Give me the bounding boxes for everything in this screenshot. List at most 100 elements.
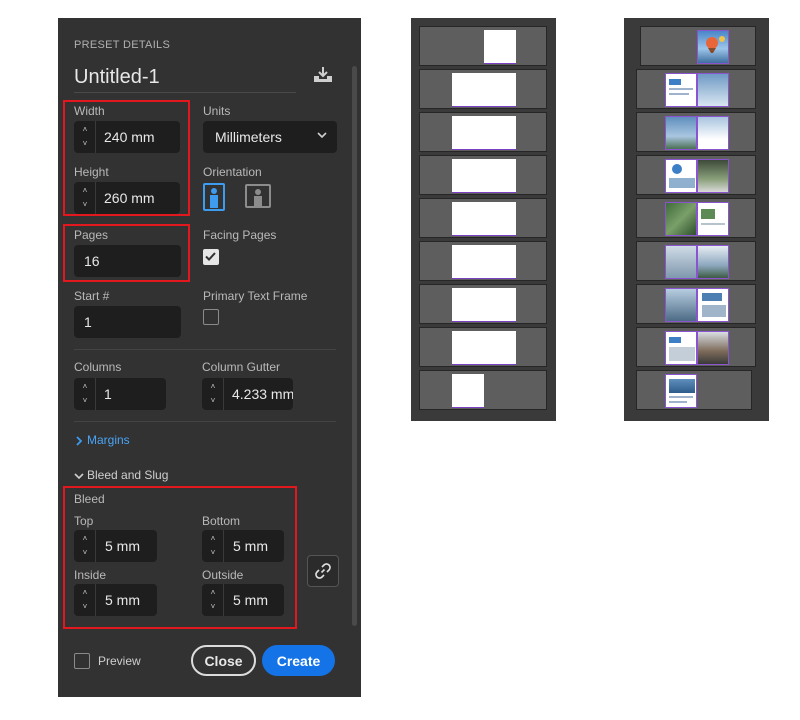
page-thumbnail[interactable] — [452, 159, 484, 193]
page-thumbnail[interactable] — [665, 73, 697, 107]
page-thumbnail[interactable] — [452, 73, 484, 107]
spread-row[interactable] — [640, 26, 756, 66]
page-thumbnail[interactable] — [665, 202, 697, 236]
columns-stepper[interactable]: ˄ ˅ — [74, 378, 96, 410]
primary-text-frame-checkbox[interactable] — [203, 309, 219, 325]
spread-row[interactable] — [419, 284, 547, 324]
spread-row[interactable] — [636, 284, 756, 324]
preview-label: Preview — [98, 654, 141, 668]
highlight-width-height — [63, 100, 190, 216]
page-thumbnail[interactable] — [665, 245, 697, 279]
page-thumbnail[interactable] — [484, 331, 516, 365]
divider — [74, 349, 336, 350]
column-gutter-stepper[interactable]: ˄ ˅ — [202, 378, 224, 410]
page-thumbnail[interactable] — [665, 288, 697, 322]
columns-value[interactable]: 1 — [104, 386, 112, 402]
chain-link-icon — [315, 563, 331, 579]
stepper-down-icon[interactable]: ˅ — [208, 396, 218, 406]
page-thumbnail[interactable] — [697, 159, 729, 193]
balloon-photo-icon — [706, 36, 725, 53]
spread-row[interactable] — [636, 155, 756, 195]
highlight-pages — [63, 224, 190, 282]
page-thumbnail[interactable] — [484, 245, 516, 279]
page-thumbnail[interactable] — [484, 288, 516, 322]
page-thumbnail[interactable] — [697, 288, 729, 322]
close-button[interactable]: Close — [191, 645, 256, 676]
page-thumbnail[interactable] — [697, 30, 729, 64]
checkmark-icon — [205, 252, 216, 261]
link-bleed-button[interactable] — [307, 555, 339, 587]
primary-text-frame-label: Primary Text Frame — [203, 289, 308, 303]
columns-field[interactable]: ˄ ˅ 1 — [74, 378, 166, 410]
spread-row[interactable] — [636, 370, 752, 410]
page-thumbnail[interactable] — [484, 30, 516, 64]
column-gutter-value[interactable]: 4.233 mm — [232, 386, 293, 402]
spread-row[interactable] — [419, 198, 547, 238]
page-thumbnail[interactable] — [697, 116, 729, 150]
divider — [74, 421, 336, 422]
stepper-up-icon[interactable]: ˄ — [208, 382, 218, 392]
scrollbar[interactable] — [352, 66, 357, 626]
facing-pages-label: Facing Pages — [203, 228, 277, 242]
column-gutter-field[interactable]: ˄ ˅ 4.233 mm — [202, 378, 293, 410]
orientation-label: Orientation — [203, 165, 262, 179]
spread-row[interactable] — [419, 370, 547, 410]
spread-row[interactable] — [636, 241, 756, 281]
page-thumbnail[interactable] — [665, 331, 697, 365]
page-thumbnail[interactable] — [452, 202, 484, 236]
page-thumbnail[interactable] — [697, 202, 729, 236]
start-number-field[interactable]: 1 — [74, 306, 181, 338]
units-label: Units — [203, 104, 231, 118]
save-preset-icon[interactable] — [312, 66, 334, 84]
portrait-orientation-icon[interactable] — [203, 183, 225, 211]
spread-row[interactable] — [636, 69, 756, 109]
spread-row[interactable] — [419, 327, 547, 367]
units-dropdown[interactable]: Millimeters — [203, 121, 337, 153]
facing-pages-checkbox[interactable] — [203, 249, 219, 265]
chevron-right-icon — [76, 436, 83, 446]
start-number-value[interactable]: 1 — [84, 314, 92, 330]
bleed-slug-label[interactable]: Bleed and Slug — [87, 468, 168, 482]
page-thumbnail[interactable] — [665, 116, 697, 150]
preview-checkbox[interactable] — [74, 653, 90, 669]
page-thumbnail[interactable] — [452, 374, 484, 408]
page-thumbnail[interactable] — [697, 245, 729, 279]
page-thumbnail[interactable] — [452, 331, 484, 365]
landscape-orientation-icon[interactable] — [245, 184, 271, 208]
spread-row[interactable] — [419, 26, 547, 66]
filled-pages-panel — [624, 18, 769, 421]
spread-row[interactable] — [636, 327, 756, 367]
margins-label[interactable]: Margins — [87, 433, 130, 447]
start-number-label: Start # — [74, 289, 110, 303]
page-thumbnail[interactable] — [697, 331, 729, 365]
preset-details-heading: PRESET DETAILS — [74, 39, 171, 51]
chevron-down-icon — [74, 473, 84, 480]
page-thumbnail[interactable] — [697, 73, 729, 107]
new-document-dialog: PRESET DETAILS Untitled-1 Width ˄ ˅ 240 … — [58, 18, 361, 697]
page-thumbnail[interactable] — [452, 288, 484, 322]
document-name-underline — [74, 92, 296, 93]
page-thumbnail[interactable] — [665, 159, 697, 193]
columns-label: Columns — [74, 360, 122, 374]
page-thumbnail[interactable] — [484, 116, 516, 150]
page-thumbnail[interactable] — [484, 159, 516, 193]
spread-row[interactable] — [419, 69, 547, 109]
column-gutter-label: Column Gutter — [202, 360, 281, 374]
document-name-field[interactable]: Untitled-1 — [74, 66, 160, 89]
page-thumbnail[interactable] — [665, 374, 697, 408]
page-thumbnail[interactable] — [484, 202, 516, 236]
spread-row[interactable] — [636, 198, 756, 238]
page-thumbnail[interactable] — [484, 73, 516, 107]
spread-row[interactable] — [419, 241, 547, 281]
stepper-down-icon[interactable]: ˅ — [80, 396, 90, 406]
chevron-down-icon — [317, 132, 327, 139]
stepper-up-icon[interactable]: ˄ — [80, 382, 90, 392]
spread-row[interactable] — [419, 155, 547, 195]
create-button[interactable]: Create — [262, 645, 335, 676]
spread-row[interactable] — [636, 112, 756, 152]
page-thumbnail[interactable] — [452, 116, 484, 150]
highlight-bleed — [63, 486, 297, 629]
blank-pages-panel — [411, 18, 556, 421]
spread-row[interactable] — [419, 112, 547, 152]
page-thumbnail[interactable] — [452, 245, 484, 279]
